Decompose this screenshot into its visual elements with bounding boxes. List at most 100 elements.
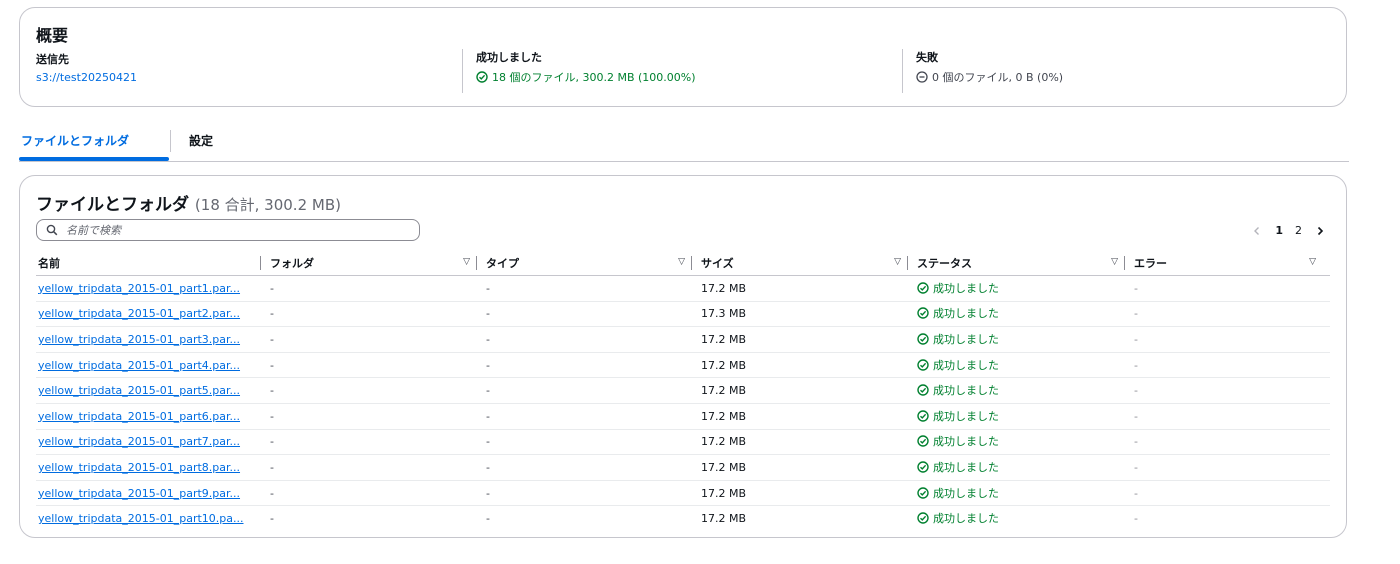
status-badge: 成功しました bbox=[917, 331, 999, 347]
success-check-icon bbox=[917, 461, 929, 473]
status-badge: 成功しました bbox=[917, 459, 999, 475]
file-name-link[interactable]: yellow_tripdata_2015-01_part1.par... bbox=[38, 282, 240, 295]
file-name-link[interactable]: yellow_tripdata_2015-01_part8.par... bbox=[38, 461, 240, 474]
type-cell: - bbox=[486, 512, 490, 526]
status-text: 成功しました bbox=[933, 409, 999, 423]
page-2-button[interactable]: 2 bbox=[1295, 224, 1302, 237]
files-title-text: ファイルとフォルダ bbox=[36, 195, 189, 215]
success-check-icon bbox=[917, 307, 929, 320]
error-cell: - bbox=[1132, 301, 1330, 328]
failed-section: 失敗 0 個のファイル, 0 B (0%) bbox=[902, 49, 1063, 93]
column-header-status[interactable]: ステータス ▽ bbox=[907, 251, 1132, 276]
size-cell: 17.2 MB bbox=[699, 377, 915, 404]
column-separator[interactable] bbox=[1124, 256, 1125, 270]
column-header-error[interactable]: エラー ▽ bbox=[1124, 251, 1330, 276]
success-check-icon bbox=[917, 282, 929, 294]
previous-page-button[interactable] bbox=[1251, 225, 1263, 237]
type-cell: - bbox=[484, 352, 699, 379]
sort-icon[interactable]: ▽ bbox=[463, 257, 470, 267]
sort-icon[interactable]: ▽ bbox=[1111, 257, 1118, 267]
file-name-link[interactable]: yellow_tripdata_2015-01_part9.par... bbox=[38, 487, 240, 500]
folder-cell: - bbox=[268, 480, 484, 507]
column-separator[interactable] bbox=[691, 256, 692, 270]
sort-icon[interactable]: ▽ bbox=[1309, 257, 1316, 267]
folder-cell: - bbox=[268, 454, 484, 481]
sort-icon[interactable]: ▽ bbox=[678, 257, 685, 267]
column-size-label: サイズ bbox=[701, 257, 734, 270]
table-header-row: 名前 フォルダ ▽ タイプ ▽ サイズ ▽ ステータス ▽ エラー ▽ bbox=[36, 251, 1330, 276]
success-check-icon bbox=[917, 384, 929, 396]
folder-cell: - bbox=[268, 403, 484, 430]
search-input[interactable] bbox=[64, 222, 408, 238]
succeeded-section: 成功しました 18 個のファイル, 300.2 MB (100.00%) bbox=[462, 49, 696, 93]
error-cell: - bbox=[1132, 429, 1330, 456]
file-name-link[interactable]: yellow_tripdata_2015-01_part5.par... bbox=[38, 384, 240, 397]
size-cell: 17.2 MB bbox=[699, 326, 915, 353]
folder-cell: - bbox=[268, 377, 484, 404]
column-separator[interactable] bbox=[476, 256, 477, 270]
error-cell: - bbox=[1132, 403, 1330, 430]
success-check-icon bbox=[917, 512, 929, 524]
type-cell: - bbox=[484, 275, 699, 302]
tab-bar: ファイルとフォルダ 設定 bbox=[19, 128, 1349, 162]
file-name-link[interactable]: yellow_tripdata_2015-01_part2.par... bbox=[38, 307, 240, 320]
page-1-button[interactable]: 1 bbox=[1275, 224, 1283, 237]
column-header-size[interactable]: サイズ ▽ bbox=[691, 251, 915, 276]
search-icon bbox=[46, 224, 58, 236]
status-text: 成功しました bbox=[933, 332, 999, 346]
file-name-link[interactable]: yellow_tripdata_2015-01_part3.par... bbox=[38, 333, 240, 346]
destination-link[interactable]: s3://test20250421 bbox=[36, 71, 137, 84]
file-name-link[interactable]: yellow_tripdata_2015-01_part10.pa... bbox=[38, 512, 244, 525]
folder-cell: - bbox=[268, 352, 484, 379]
files-panel: ファイルとフォルダ (18 合計, 300.2 MB) 1 2 名前 bbox=[19, 175, 1347, 538]
error-cell: - bbox=[1134, 512, 1138, 526]
succeeded-label: 成功しました bbox=[476, 51, 542, 64]
status-badge: 成功しました bbox=[917, 280, 999, 296]
next-page-button[interactable] bbox=[1314, 225, 1326, 237]
files-title: ファイルとフォルダ (18 合計, 300.2 MB) bbox=[36, 190, 341, 215]
file-name-link[interactable]: yellow_tripdata_2015-01_part7.par... bbox=[38, 435, 240, 448]
destination-label: 送信先 bbox=[36, 53, 69, 66]
table-row: yellow_tripdata_2015-01_part5.par... - -… bbox=[36, 377, 1330, 404]
column-header-folder[interactable]: フォルダ ▽ bbox=[260, 251, 484, 276]
success-check-icon bbox=[476, 71, 488, 83]
column-type-label: タイプ bbox=[486, 257, 519, 270]
success-check-icon bbox=[917, 410, 929, 422]
type-cell: - bbox=[484, 480, 699, 507]
size-cell: 17.2 MB bbox=[699, 275, 915, 302]
status-text: 成功しました bbox=[933, 281, 999, 295]
sort-icon[interactable]: ▽ bbox=[894, 257, 901, 267]
files-table: 名前 フォルダ ▽ タイプ ▽ サイズ ▽ ステータス ▽ エラー ▽ yell… bbox=[36, 251, 1330, 531]
size-cell: 17.2 MB bbox=[699, 480, 915, 507]
success-check-icon bbox=[917, 486, 929, 499]
success-check-icon bbox=[917, 435, 929, 448]
status-text: 成功しました bbox=[933, 358, 999, 372]
folder-cell: - bbox=[268, 429, 484, 456]
table-row: yellow_tripdata_2015-01_part2.par... - -… bbox=[36, 301, 1330, 328]
column-separator[interactable] bbox=[260, 256, 261, 270]
tab-files-and-folders[interactable]: ファイルとフォルダ bbox=[21, 132, 129, 149]
status-badge: 成功しました bbox=[917, 357, 999, 373]
tab-settings[interactable]: 設定 bbox=[189, 132, 213, 149]
size-cell: 17.2 MB bbox=[701, 512, 747, 526]
file-name-link[interactable]: yellow_tripdata_2015-01_part4.par... bbox=[38, 359, 240, 372]
table-row: yellow_tripdata_2015-01_part4.par... - -… bbox=[36, 352, 1330, 379]
column-separator[interactable] bbox=[907, 256, 908, 270]
column-header-type[interactable]: タイプ ▽ bbox=[476, 251, 699, 276]
size-cell: 17.2 MB bbox=[699, 403, 915, 430]
column-name-label: 名前 bbox=[38, 257, 60, 270]
success-check-icon bbox=[917, 358, 929, 371]
table-row: yellow_tripdata_2015-01_part6.par... - -… bbox=[36, 403, 1330, 430]
error-cell: - bbox=[1132, 454, 1330, 481]
status-text: 成功しました bbox=[933, 460, 999, 474]
column-folder-label: フォルダ bbox=[270, 257, 314, 270]
files-count: (18 合計, 300.2 MB) bbox=[194, 196, 341, 214]
type-cell: - bbox=[484, 429, 699, 456]
file-name-link[interactable]: yellow_tripdata_2015-01_part6.par... bbox=[38, 410, 240, 423]
status-badge: 成功しました bbox=[917, 305, 999, 321]
table-row: yellow_tripdata_2015-01_part10.pa... - -… bbox=[36, 506, 1330, 531]
status-badge: 成功しました bbox=[917, 433, 999, 449]
failed-label: 失敗 bbox=[916, 51, 938, 64]
column-error-label: エラー bbox=[1134, 257, 1167, 270]
column-header-name[interactable]: 名前 bbox=[36, 251, 268, 276]
